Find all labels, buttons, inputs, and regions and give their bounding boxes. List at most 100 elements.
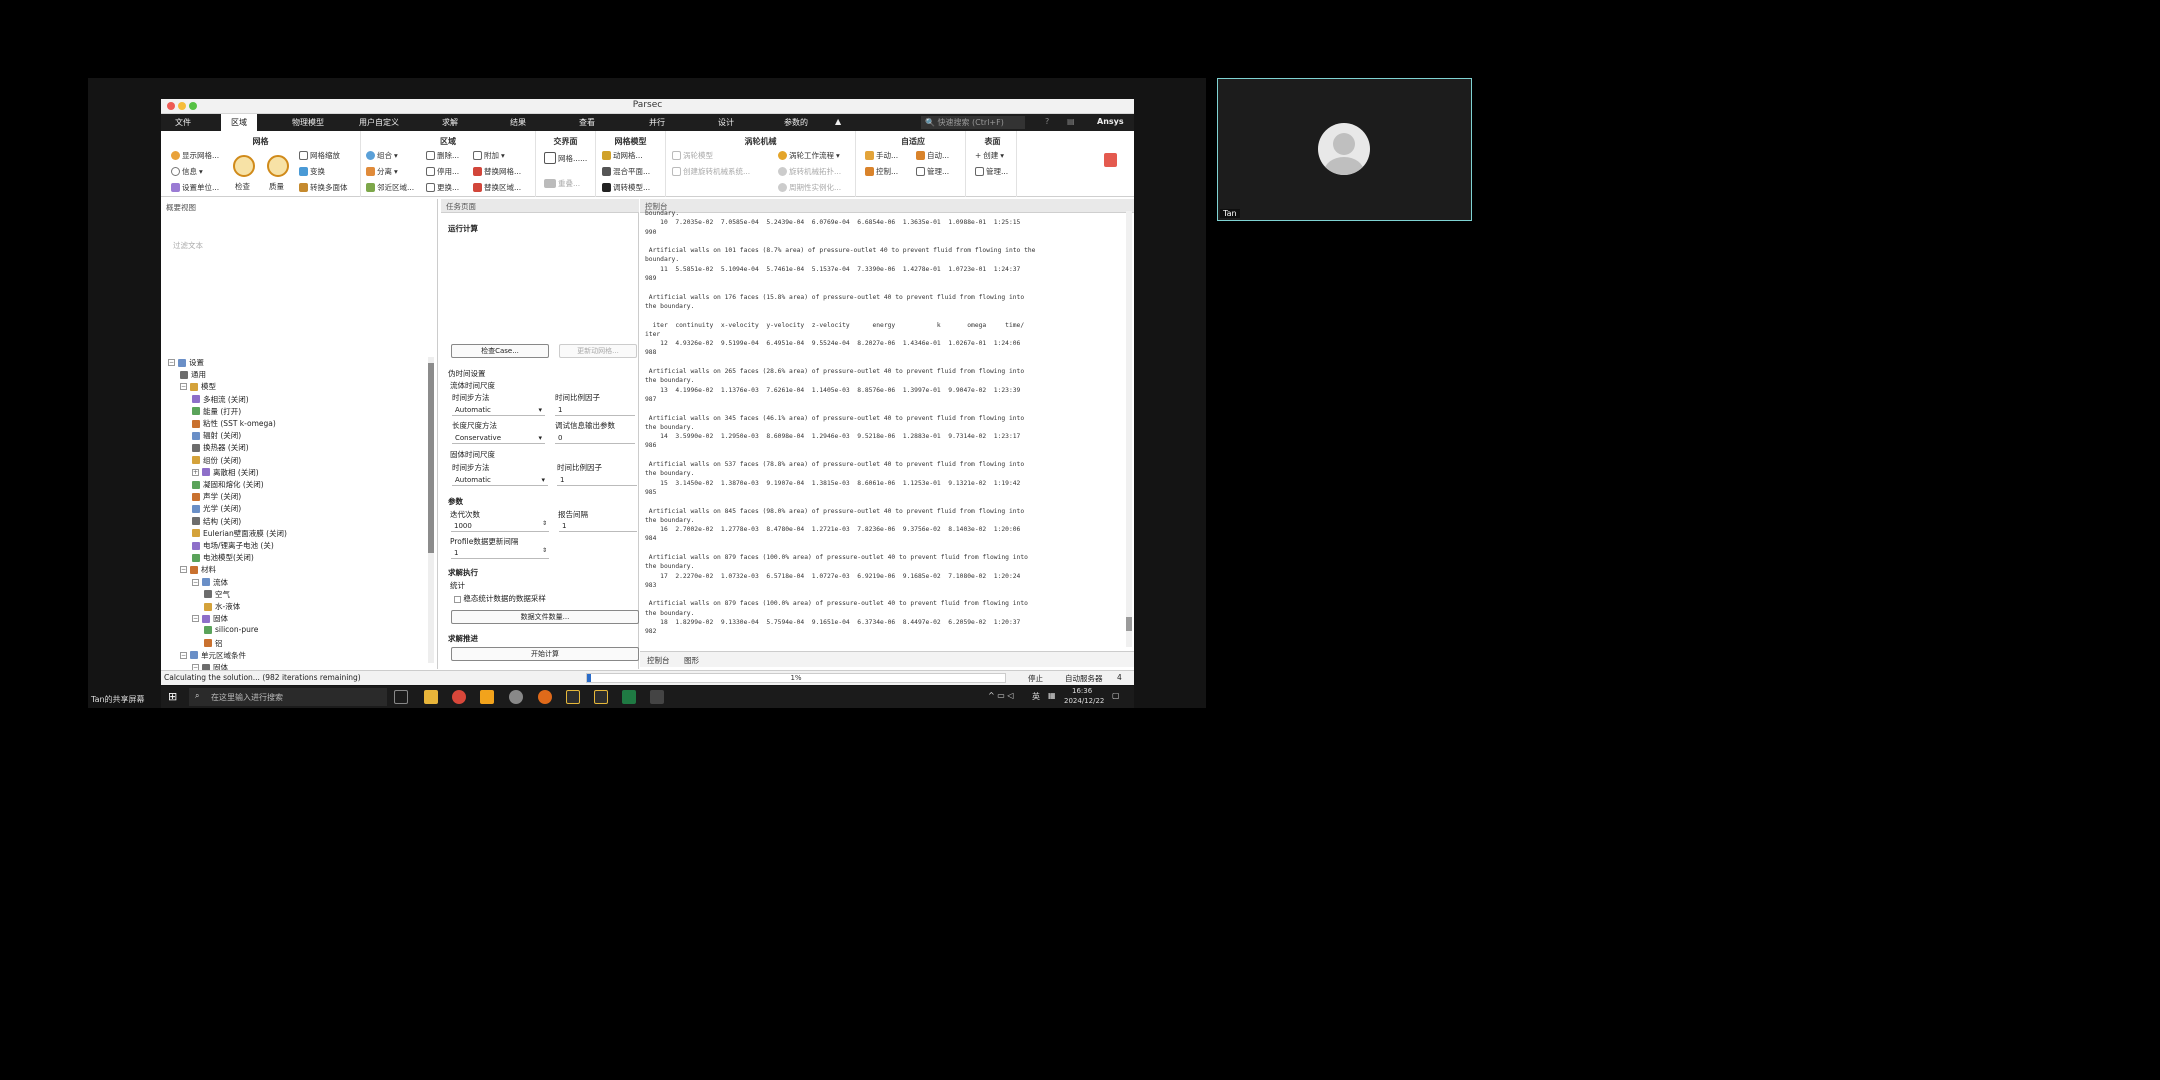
tree-item[interactable]: 光学 (关闭) — [192, 503, 241, 514]
tree-item[interactable]: 凝固和熔化 (关闭) — [192, 479, 264, 490]
tree-item[interactable]: − 材料 — [180, 564, 216, 575]
replace-button[interactable]: 更换... — [426, 182, 459, 193]
menu-physics[interactable]: 物理模型 — [292, 117, 324, 128]
excel-icon[interactable] — [622, 690, 636, 704]
combine-button[interactable]: 组合 ▾ — [366, 150, 398, 161]
report-interval-input[interactable]: 1 — [559, 521, 637, 532]
tab-console[interactable]: 控制台 — [647, 655, 670, 666]
replace-mesh-button[interactable]: 替换网格... — [473, 166, 521, 177]
adapt-control-button[interactable]: 控制... — [865, 166, 898, 177]
sublime-icon[interactable] — [480, 690, 494, 704]
manual-adapt-button[interactable]: 手动... — [865, 150, 898, 161]
turbo-create-button[interactable]: 调转模型... — [602, 182, 650, 193]
turbo-topology-button[interactable]: 旋转机械拓扑... — [778, 166, 841, 177]
tree-item[interactable]: − 设置 — [168, 357, 204, 368]
replace-zone-button[interactable]: 替换区域... — [473, 182, 521, 193]
tree-item[interactable]: − 流体 — [192, 577, 228, 588]
keyboard-icon[interactable]: ▦ — [1048, 691, 1056, 700]
check-case-button[interactable]: 检查Case... — [451, 344, 549, 358]
adapt-manage-button[interactable]: 管理... — [916, 166, 949, 177]
menu-results[interactable]: 结果 — [510, 117, 526, 128]
create-surface-button[interactable]: + 创建 ▾ — [975, 150, 1004, 161]
tree-item[interactable]: 能量 (打开) — [192, 406, 241, 417]
menu-design[interactable]: 设计 — [718, 117, 734, 128]
time-scale-factor-input[interactable]: 1 — [555, 405, 635, 416]
collapse-icon[interactable]: − — [180, 566, 187, 574]
menu-parametric[interactable]: 参数的 — [784, 117, 808, 128]
menu-view[interactable]: 查看 — [579, 117, 595, 128]
length-scale-method-select[interactable]: Conservative ▾ — [452, 433, 545, 444]
message-count-badge[interactable]: 4 — [1117, 673, 1122, 682]
expand-icon[interactable]: + — [192, 468, 199, 476]
windows-start-icon[interactable]: ⊞ — [168, 690, 177, 703]
tree-item[interactable]: 辐射 (关闭) — [192, 430, 241, 441]
turbo-workflow-button[interactable]: 涡轮工作流程 ▾ — [778, 150, 840, 161]
tree-item[interactable]: 结构 (关闭) — [192, 516, 241, 527]
solid-time-step-method-select[interactable]: Automatic ▾ — [452, 475, 548, 486]
interface-mesh-button[interactable]: 网格...... — [544, 152, 587, 164]
adjacency-button[interactable]: 邻近区域... — [366, 182, 414, 193]
fluent-icon[interactable] — [566, 690, 580, 704]
set-units-button[interactable]: 设置单位... — [171, 182, 219, 193]
menu-parallel[interactable]: 并行 — [649, 117, 665, 128]
menu-user-defined[interactable]: 用户自定义 — [359, 117, 399, 128]
chrome-icon[interactable] — [452, 690, 466, 704]
console-scrollbar[interactable] — [1126, 211, 1132, 647]
tree-item[interactable]: + 离散相 (关闭) — [192, 467, 259, 478]
manage-surface-button[interactable]: 管理... — [975, 166, 1008, 177]
transform-button[interactable]: 变换 — [299, 166, 325, 177]
search-app-icon[interactable] — [538, 690, 552, 704]
parsec-icon[interactable] — [650, 690, 664, 704]
tray-icons[interactable]: ^ ▭ ◁ — [988, 691, 1014, 700]
periodic-instance-button[interactable]: 周期性实例化... — [778, 182, 841, 193]
mesh-quality-button[interactable]: 质量 — [269, 181, 284, 192]
data-file-quantities-button[interactable]: 数据文件数量... — [451, 610, 639, 624]
spinner-icon[interactable]: ⇕ — [542, 520, 547, 527]
tree-scrollbar[interactable] — [428, 357, 434, 663]
auto-adapt-button[interactable]: 自动... — [916, 150, 949, 161]
menu-zone[interactable]: 区域 — [221, 114, 257, 131]
tree-item[interactable]: 多相流 (关闭) — [192, 394, 249, 405]
convert-polyhedra-button[interactable]: 转换多面体 — [299, 182, 348, 193]
tree-filter-input[interactable]: 过滤文本 — [173, 240, 203, 251]
mesh-info-button[interactable]: 信息 ▾ — [171, 166, 203, 177]
taskbar-search[interactable]: ⌕ 在这里输入进行搜索 — [189, 688, 387, 706]
collapse-icon[interactable]: − — [180, 383, 187, 391]
append-button[interactable]: 附加 ▾ — [473, 150, 505, 161]
delete-zone-button[interactable]: 删除... — [426, 150, 459, 161]
dynamic-mesh-button[interactable]: 动网格... — [602, 150, 643, 161]
deactivate-button[interactable]: 停用... — [426, 166, 459, 177]
verbosity-input[interactable]: 0 — [555, 433, 635, 444]
spinner-icon[interactable]: ⇕ — [542, 547, 547, 554]
mixing-plane-button[interactable]: 混合平面... — [602, 166, 650, 177]
participant-video[interactable]: Tan — [1217, 78, 1472, 221]
tree-item[interactable]: 空气 — [204, 589, 230, 600]
notification-center-icon[interactable]: ▢ — [1112, 691, 1120, 700]
layout-icon[interactable]: ▤ — [1067, 117, 1075, 126]
menu-solve[interactable]: 求解 — [442, 117, 458, 128]
tree-item[interactable]: − 固体 — [192, 613, 228, 624]
auto-server-button[interactable]: 自动服务器 — [1065, 673, 1103, 684]
stop-button[interactable]: 停止 — [1028, 673, 1043, 684]
tree-item[interactable]: 换热器 (关闭) — [192, 442, 249, 453]
tree-item[interactable]: 声学 (关闭) — [192, 491, 241, 502]
tree-item[interactable]: − 单元区域条件 — [180, 650, 246, 661]
tree-item[interactable]: 电场/锂离子电池 (关) — [192, 540, 274, 551]
tree-item[interactable]: Eulerian壁面液膜 (关闭) — [192, 528, 287, 539]
update-dynamic-mesh-button[interactable]: 更新动网格... — [559, 344, 637, 358]
console-scroll-thumb[interactable] — [1126, 617, 1132, 631]
collapse-icon[interactable]: − — [192, 578, 199, 586]
tree-item[interactable]: − 模型 — [180, 381, 216, 392]
turbo-model-button[interactable]: 涡轮模型 — [672, 150, 713, 161]
task-view-icon[interactable] — [394, 690, 408, 704]
tree-item[interactable]: 水-液体 — [204, 601, 240, 612]
tree-item[interactable]: silicon-pure — [204, 625, 258, 634]
help-icon[interactable]: ? — [1045, 117, 1049, 126]
mesh-scale-button[interactable]: 网格缩放 — [299, 150, 340, 161]
solid-time-scale-factor-input[interactable]: 1 — [557, 475, 637, 486]
calculate-button[interactable]: 开始计算 — [451, 647, 639, 661]
notification-icon[interactable] — [1104, 153, 1117, 167]
collapse-icon[interactable]: − — [168, 359, 175, 366]
file-explorer-icon[interactable] — [424, 690, 438, 704]
spaceclaim-icon[interactable] — [594, 690, 608, 704]
